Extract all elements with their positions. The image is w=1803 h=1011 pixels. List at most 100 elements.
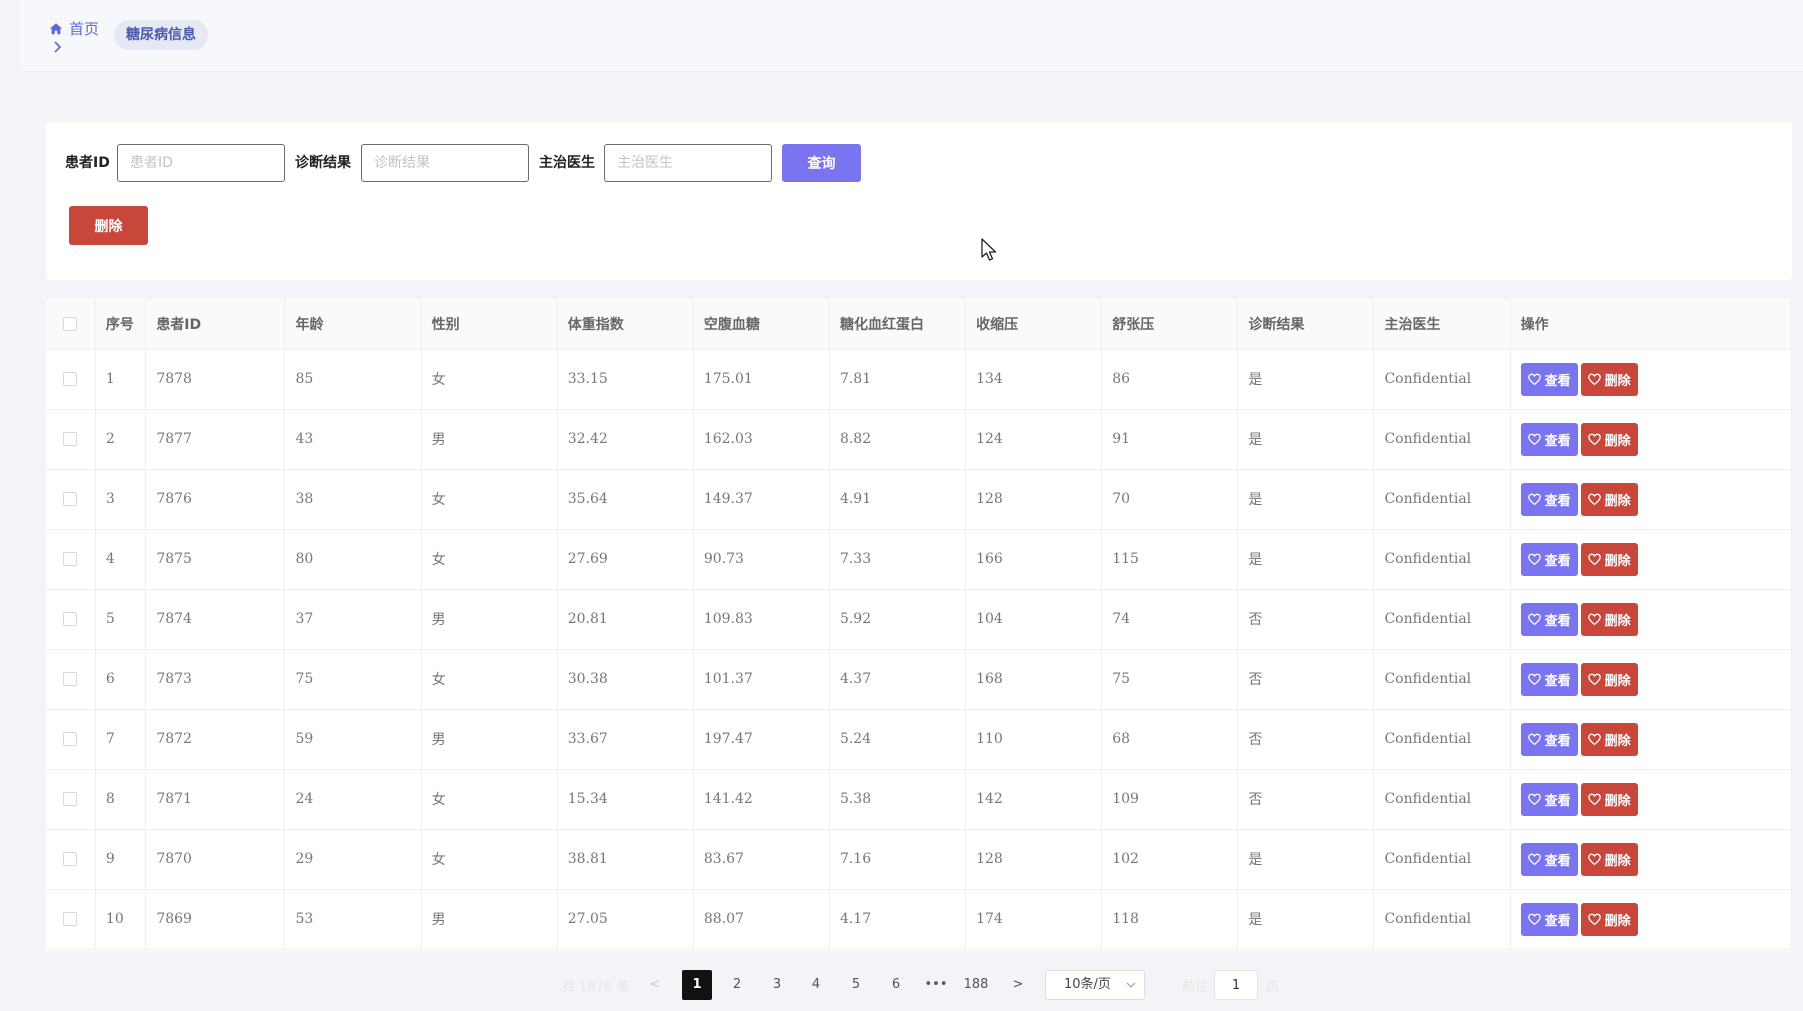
delete-button[interactable]: 删除 [1580,542,1638,576]
row-select-cell[interactable] [46,889,96,950]
pagination-next-button[interactable]: > [1003,970,1033,1000]
breadcrumb-current[interactable]: 糖尿病信息 [114,20,208,50]
cell-index: 2 [95,409,147,470]
cell-sex: 女 [421,469,558,530]
pagination-page[interactable]: 2 [722,970,752,1000]
row-select-cell[interactable] [46,349,96,410]
table-row[interactable]: 9 7870 29 女 38.81 83.67 7.16 128 102 是 Confidentia… [46,829,1793,890]
view-button[interactable]: 查看 [1520,482,1578,516]
table-row[interactable]: 3 7876 38 女 35.64 149.37 4.91 128 70 是 Confidentia… [46,469,1793,530]
table-row[interactable]: 5 7874 37 男 20.81 109.83 5.92 104 74 否 Confidentia… [46,589,1793,650]
row-checkbox[interactable] [63,432,78,446]
row-select-cell[interactable] [46,529,96,590]
column-header-index-column: 序号 [95,299,147,350]
row-select-cell[interactable] [46,589,96,650]
delete-button[interactable]: 删除 [1580,902,1638,936]
row-checkbox[interactable] [63,732,78,746]
row-select-cell[interactable] [46,409,96,470]
goto-page-input[interactable] [1214,970,1258,1000]
cell-diagnosis: 否 [1237,649,1375,710]
breadcrumb-home-link[interactable]: 首页 [49,18,99,39]
column-header-hba1c-column: 糖化血红蛋白 [829,299,967,350]
pagination-page[interactable]: 4 [801,970,831,1000]
row-select-cell[interactable] [46,709,96,770]
row-actions: 查看 删除 [1510,529,1793,590]
row-checkbox[interactable] [63,612,78,626]
table-header-row: 序号 患者ID 年龄 性别 体重指数 空腹血糖 糖化血红蛋白 收缩压 舒张压 诊断结果 主治医生 操作 [46,299,1793,350]
patient-id-input[interactable] [117,144,285,182]
table-row[interactable]: 6 7873 75 女 30.38 101.37 4.37 168 75 否 Confidentia… [46,649,1793,710]
view-button[interactable]: 查看 [1520,602,1578,636]
view-button[interactable]: 查看 [1520,542,1578,576]
pagination-page[interactable]: 6 [881,970,911,1000]
row-checkbox[interactable] [63,792,78,806]
cell-diagnosis: 是 [1237,409,1375,470]
row-select-cell[interactable] [46,829,96,890]
pagination-page[interactable]: 1 [682,970,712,1000]
delete-button[interactable]: 删除 [1580,362,1638,396]
row-select-cell[interactable] [46,769,96,830]
cell-age: 59 [284,709,422,770]
pagination-page[interactable]: 3 [762,970,792,1000]
pagination-page[interactable]: 188 [961,970,991,1000]
heart-icon [1527,373,1541,385]
row-checkbox[interactable] [63,852,78,866]
cell-hba1c: 4.37 [829,649,967,710]
breadcrumb-home-label: 首页 [69,20,100,38]
delete-button[interactable]: 删除 [1580,722,1638,756]
cell-fasting-glucose: 90.73 [693,529,830,590]
view-button[interactable]: 查看 [1520,782,1578,816]
table-row[interactable]: 7 7872 59 男 33.67 197.47 5.24 110 68 否 Confidentia… [46,709,1793,770]
delete-button[interactable]: 删除 [1580,482,1638,516]
bulk-delete-button[interactable]: 删除 [69,206,148,245]
heart-icon [1587,613,1601,625]
row-select-cell[interactable] [46,469,96,530]
delete-button-label: 删除 [1604,493,1631,509]
view-button[interactable]: 查看 [1520,842,1578,876]
heart-icon [1587,793,1601,805]
select-all-checkbox[interactable] [63,316,78,331]
row-checkbox[interactable] [63,552,78,566]
table-row[interactable]: 1 7878 85 女 33.15 175.01 7.81 134 86 是 Confidentia… [46,349,1793,410]
delete-button[interactable]: 删除 [1580,662,1638,696]
delete-button[interactable]: 删除 [1580,602,1638,636]
heart-icon [1587,493,1601,505]
view-button[interactable]: 查看 [1520,362,1578,396]
pagination-prev-button[interactable]: < [640,970,670,1000]
row-actions: 查看 删除 [1510,589,1793,650]
cell-age: 37 [284,589,422,650]
query-button[interactable]: 查询 [782,144,861,182]
table-row[interactable]: 8 7871 24 女 15.34 141.42 5.38 142 109 否 Confidenti… [46,769,1793,830]
row-checkbox[interactable] [63,492,78,506]
page-size-select[interactable]: 10条/页 [1045,970,1145,1000]
table-row[interactable]: 4 7875 80 女 27.69 90.73 7.33 166 115 是 Confidentia… [46,529,1793,590]
table-row[interactable]: 10 7869 53 男 27.05 88.07 4.17 174 118 是 Confidenti… [46,889,1793,950]
delete-button[interactable]: 删除 [1580,422,1638,456]
delete-button[interactable]: 删除 [1580,782,1638,816]
view-button[interactable]: 查看 [1520,902,1578,936]
view-button[interactable]: 查看 [1520,722,1578,756]
row-checkbox[interactable] [63,672,78,686]
cell-bmi: 32.42 [557,409,694,470]
cell-diagnosis: 是 [1237,829,1375,890]
cell-doctor: Confidential [1373,649,1511,710]
row-checkbox[interactable] [63,912,78,926]
select-all-cell[interactable] [46,299,96,350]
row-select-cell[interactable] [46,649,96,710]
view-button[interactable]: 查看 [1520,662,1578,696]
cell-patient-id: 7871 [145,769,286,830]
view-button[interactable]: 查看 [1520,422,1578,456]
cell-age: 85 [284,349,422,410]
table-row[interactable]: 2 7877 43 男 32.42 162.03 8.82 124 91 是 Confidentia… [46,409,1793,470]
cell-fasting-glucose: 101.37 [693,649,830,710]
delete-button[interactable]: 删除 [1580,842,1638,876]
column-header-actions-column: 操作 [1510,299,1793,350]
pagination-page[interactable]: 5 [841,970,871,1000]
doctor-input[interactable] [604,144,772,182]
cell-doctor: Confidential [1373,409,1511,470]
row-checkbox[interactable] [63,372,78,386]
diagnosis-input[interactable] [361,144,529,182]
view-button-label: 查看 [1544,673,1571,689]
pagination-ellipsis[interactable]: ••• [921,970,951,1000]
cell-index: 8 [95,769,147,830]
